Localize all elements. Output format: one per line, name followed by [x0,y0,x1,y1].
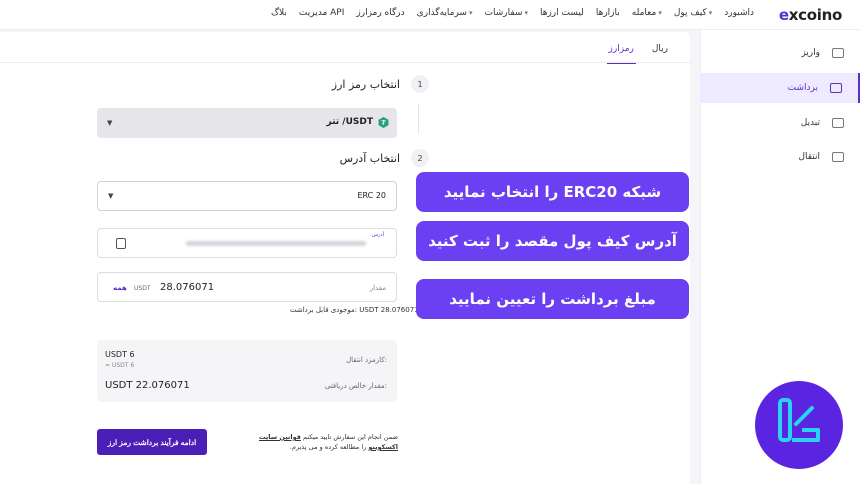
transfer-icon [832,152,844,162]
fee-value: USDT 6 [105,350,135,359]
nav-blog[interactable]: بلاگ [271,8,287,18]
amount-all-button[interactable]: همه [113,284,127,292]
excoino-logo[interactable]: excoino [779,6,842,24]
sidebar-item-convert[interactable]: تبدیل [700,108,860,138]
withdraw-icon [830,83,842,93]
brand-badge-logo [755,381,843,469]
coin-select-value: تتر /USDT [326,117,373,127]
address-value-blurred [186,241,366,246]
nav-dashboard[interactable]: داشبورد [724,8,754,18]
step-1-number: 1 [411,75,429,93]
nav-investment[interactable]: سرمایه‌گذاری ▾ [417,8,473,18]
tab-divider [0,62,690,63]
paste-icon[interactable] [116,238,126,249]
sidebar-item-transfer[interactable]: انتقال [700,142,860,172]
available-balance: موجودی قابل برداشت: USDT 28.076071 [290,306,419,314]
network-select-value: ERC 20 [357,191,386,200]
address-input[interactable]: آدرس [97,228,397,258]
chevron-down-icon: ▾ [708,9,713,17]
sidebar-item-withdraw[interactable]: برداشت [700,73,860,103]
chevron-down-icon: ▾ [524,9,528,17]
coin-select[interactable]: ₮ تتر /USDT ▼ [97,108,397,138]
amount-value[interactable]: 28.076071 [160,282,214,293]
tab-rial[interactable]: ریال [650,40,670,64]
network-select[interactable]: ERC 20 ▼ [97,181,397,211]
callout-amount: مبلغ برداشت را تعیین نمایید [416,279,689,319]
fee-label: کارمزد انتقال: [346,356,387,364]
fee-approx: ≈ USDT 6 [105,362,135,369]
deposit-icon [832,48,844,58]
sidebar-item-deposit[interactable]: واریز [700,38,860,68]
tab-bar: ریال رمزارز [606,40,670,64]
amount-input[interactable]: مقدار 28.076071 USDT همه [97,272,397,302]
nav-menu: داشبورد کیف پول ▾ معامله ▾ بازارها لیست ار… [271,8,754,18]
caret-down-icon: ▼ [107,119,113,127]
nav-orders[interactable]: سفارشات ▾ [485,8,528,18]
caret-down-icon: ▼ [108,192,114,200]
step-1-title: انتخاب رمز ارز [331,78,400,91]
nav-api[interactable]: مدیریت API [299,8,344,18]
nav-crypto-gateway[interactable]: درگاه رمزارز [356,8,404,18]
nav-trade[interactable]: معامله ▾ [632,8,662,18]
amount-label: مقدار [369,284,386,292]
callout-network: شبکه ERC20 را انتخاب نمایید [416,172,689,212]
callout-address: آدرس کیف پول مقصد را ثبت کنید [416,221,689,261]
nav-coin-list[interactable]: لیست ارزها [540,8,584,18]
net-amount-label: مقدار خالص دریافتی: [324,382,387,390]
tether-icon: ₮ [378,117,389,128]
chevron-down-icon: ▾ [468,9,473,17]
nav-markets[interactable]: بازارها [596,8,620,18]
terms-text: ضمن انجام این سفارش تایید میکنم قوانین س… [258,433,398,451]
step-2-title: انتخاب آدرس [339,152,400,165]
address-label: آدرس [371,232,384,238]
step-2-number: 2 [411,149,429,167]
fee-summary: کارمزد انتقال: USDT 6 ≈ USDT 6 مقدار خال… [97,340,397,402]
amount-unit: USDT [134,285,151,292]
nav-wallet[interactable]: کیف پول ▾ [674,8,712,18]
tab-crypto[interactable]: رمزارز [606,40,636,64]
top-nav: excoino داشبورد کیف پول ▾ معامله ▾ بازارها… [0,0,860,30]
continue-withdraw-button[interactable]: ادامه فرآیند برداشت رمز ارز [97,429,207,455]
chevron-down-icon: ▾ [658,9,662,17]
brand-mark-icon [778,398,820,442]
step-connector [418,104,419,134]
convert-icon [832,118,844,128]
net-amount-value: USDT 22.076071 [105,380,190,391]
